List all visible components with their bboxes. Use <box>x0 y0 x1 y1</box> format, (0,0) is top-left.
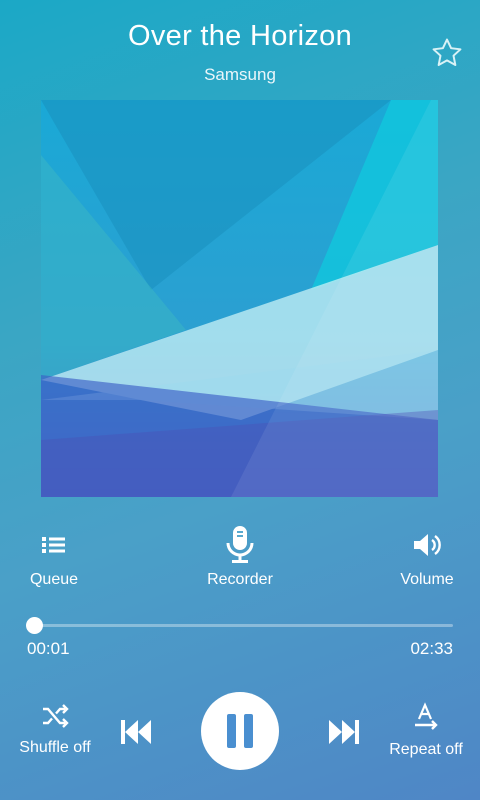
list-icon <box>42 537 65 553</box>
total-duration: 02:33 <box>410 639 453 658</box>
track-title: Over the Horizon <box>128 20 352 52</box>
pause-icon <box>227 714 253 748</box>
star-outline-icon <box>432 38 462 67</box>
track-artist: Samsung <box>204 65 276 84</box>
recorder-button[interactable]: Recorder <box>180 525 300 589</box>
microphone-icon <box>226 526 254 563</box>
seek-bar[interactable] <box>25 617 453 634</box>
speaker-icon <box>414 534 441 556</box>
queue-button[interactable]: Queue <box>0 525 114 589</box>
skip-previous-icon <box>121 720 151 744</box>
skip-next-icon <box>329 720 359 744</box>
shuffle-button[interactable]: Shuffle off <box>10 702 100 757</box>
album-art <box>41 100 438 497</box>
previous-button[interactable] <box>118 717 154 752</box>
repeat-button[interactable]: Repeat off <box>384 702 468 759</box>
queue-label: Queue <box>29 571 79 588</box>
repeat-label: Repeat off <box>389 741 463 758</box>
volume-label: Volume <box>400 571 454 588</box>
recorder-label: Recorder <box>207 571 273 588</box>
volume-button[interactable]: Volume <box>367 525 480 589</box>
elapsed-time: 00:01 <box>27 639 70 658</box>
next-button[interactable] <box>326 717 362 752</box>
repeat-icon <box>415 702 438 730</box>
shuffle-label: Shuffle off <box>19 739 91 756</box>
pause-button[interactable] <box>201 692 279 770</box>
favorite-button[interactable] <box>430 36 464 70</box>
seek-thumb[interactable] <box>25 617 43 634</box>
shuffle-icon <box>43 704 69 728</box>
